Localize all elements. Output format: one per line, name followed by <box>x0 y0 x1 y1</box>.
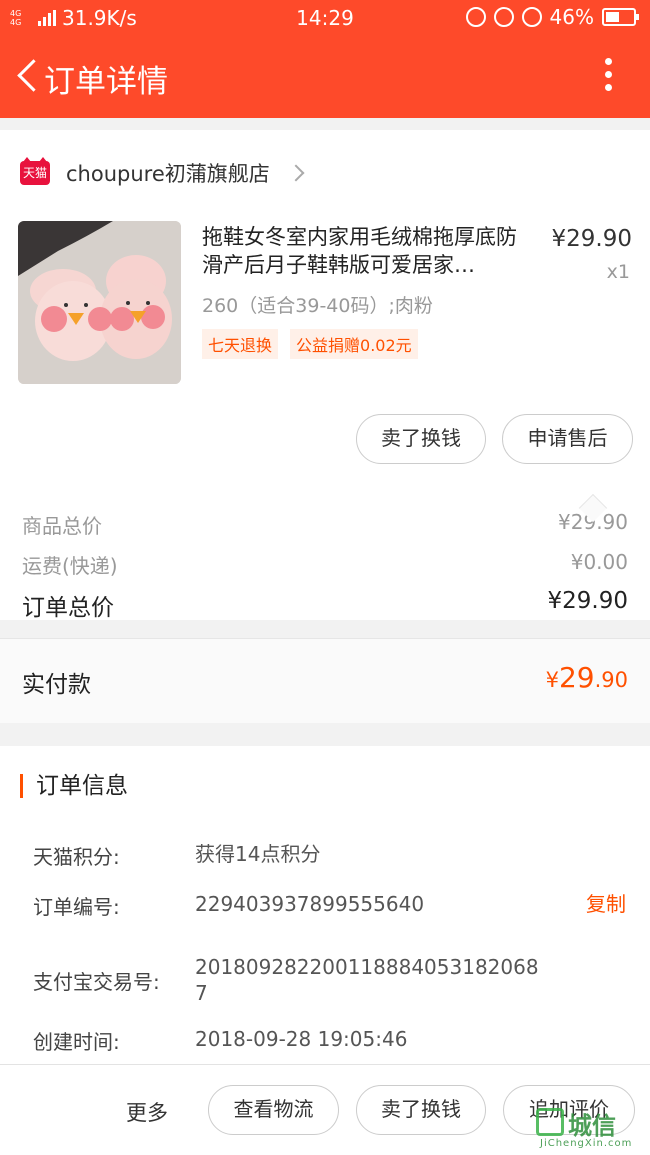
product-price: ¥29.90 <box>551 226 632 252</box>
info-value: 2018-09-28 19:05:46 <box>195 1027 408 1051</box>
info-key: 创建时间: <box>33 1030 120 1054</box>
product-image[interactable] <box>18 221 181 384</box>
info-key: 天猫积分: <box>33 845 120 869</box>
shop-name: choupure初蒲旗舰店 <box>66 162 270 186</box>
tag-charity: 公益捐赠0.02元 <box>290 329 418 359</box>
order-info-card: 订单信息 天猫积分: 获得14点积分 订单编号: 229403937899555… <box>0 746 650 1064</box>
order-total-label: 订单总价 <box>22 595 114 621</box>
paid-currency: ¥ <box>545 668 559 692</box>
info-value: 229403937899555640 <box>195 892 425 916</box>
sell-button[interactable]: 卖了换钱 <box>356 1085 486 1135</box>
nav-bar: 订单详情 <box>0 36 650 118</box>
order-total-value: ¥29.90 <box>547 588 628 614</box>
battery-icon <box>602 8 639 26</box>
shipping-value: ¥0.00 <box>570 550 628 574</box>
watermark-icon <box>536 1108 564 1136</box>
goods-total-label: 商品总价 <box>22 514 102 538</box>
shipping-row: 运费(快递) ¥0.00 <box>22 550 628 579</box>
watermark-text: 城信 <box>568 1112 616 1140</box>
alarm-icon <box>521 7 542 27</box>
status-right: 46% <box>465 5 639 29</box>
watermark-sub: JiChengXin.com <box>540 1138 633 1149</box>
copy-button[interactable]: 复制 <box>586 888 626 917</box>
section-title: 订单信息 <box>20 774 128 798</box>
headphone-icon <box>465 7 486 27</box>
paid-decimal: .90 <box>594 668 628 692</box>
tmall-logo-icon: 天猫 <box>20 157 50 185</box>
shop-link[interactable]: 天猫 choupure初蒲旗舰店 <box>20 157 305 188</box>
chevron-right-icon <box>287 164 305 182</box>
paid-integer: 29 <box>558 661 595 694</box>
view-logistics-button[interactable]: 查看物流 <box>208 1085 339 1135</box>
shipping-label: 运费(快递) <box>22 554 118 578</box>
product-sku: 260（适合39-40码）;肉粉 <box>202 295 433 317</box>
goods-total-row: 商品总价 ¥29.90 <box>22 510 628 539</box>
after-sale-button[interactable]: 申请售后 <box>502 414 633 464</box>
paid-label: 实付款 <box>22 672 91 698</box>
info-key: 订单编号: <box>33 895 120 919</box>
product-quantity: x1 <box>606 261 630 283</box>
mute-bell-icon <box>493 7 514 27</box>
more-button[interactable]: 更多 <box>126 1097 168 1127</box>
order-item-card: 天猫 choupure初蒲旗舰店 拖鞋女冬室内家用毛绒棉拖厚底防滑产后月子鞋韩版… <box>0 130 650 639</box>
status-bar: 4G 4G 31.9K/s 14:29 46% <box>0 0 650 36</box>
sell-item-button[interactable]: 卖了换钱 <box>356 414 486 464</box>
paid-section: 实付款 ¥29.90 <box>0 639 650 723</box>
battery-percent: 46% <box>549 5 594 29</box>
info-key: 支付宝交易号: <box>33 970 160 994</box>
product-tags: 七天退换 公益捐赠0.02元 <box>202 329 418 359</box>
order-total-row: 订单总价 ¥29.90 <box>22 588 628 622</box>
watermark-logo: 城信 JiChengXin.com <box>532 1106 648 1154</box>
page-title: 订单详情 <box>44 64 168 100</box>
product-title[interactable]: 拖鞋女冬室内家用毛绒棉拖厚底防滑产后月子鞋韩版可爱居家… <box>202 223 532 279</box>
paid-amount: ¥29.90 <box>546 661 628 694</box>
more-menu-icon[interactable] <box>596 58 620 98</box>
tag-seven-day-return: 七天退换 <box>202 329 279 359</box>
info-value: 获得14点积分 <box>195 842 321 866</box>
info-value: 2018092822001188840531820687 <box>195 955 539 1005</box>
